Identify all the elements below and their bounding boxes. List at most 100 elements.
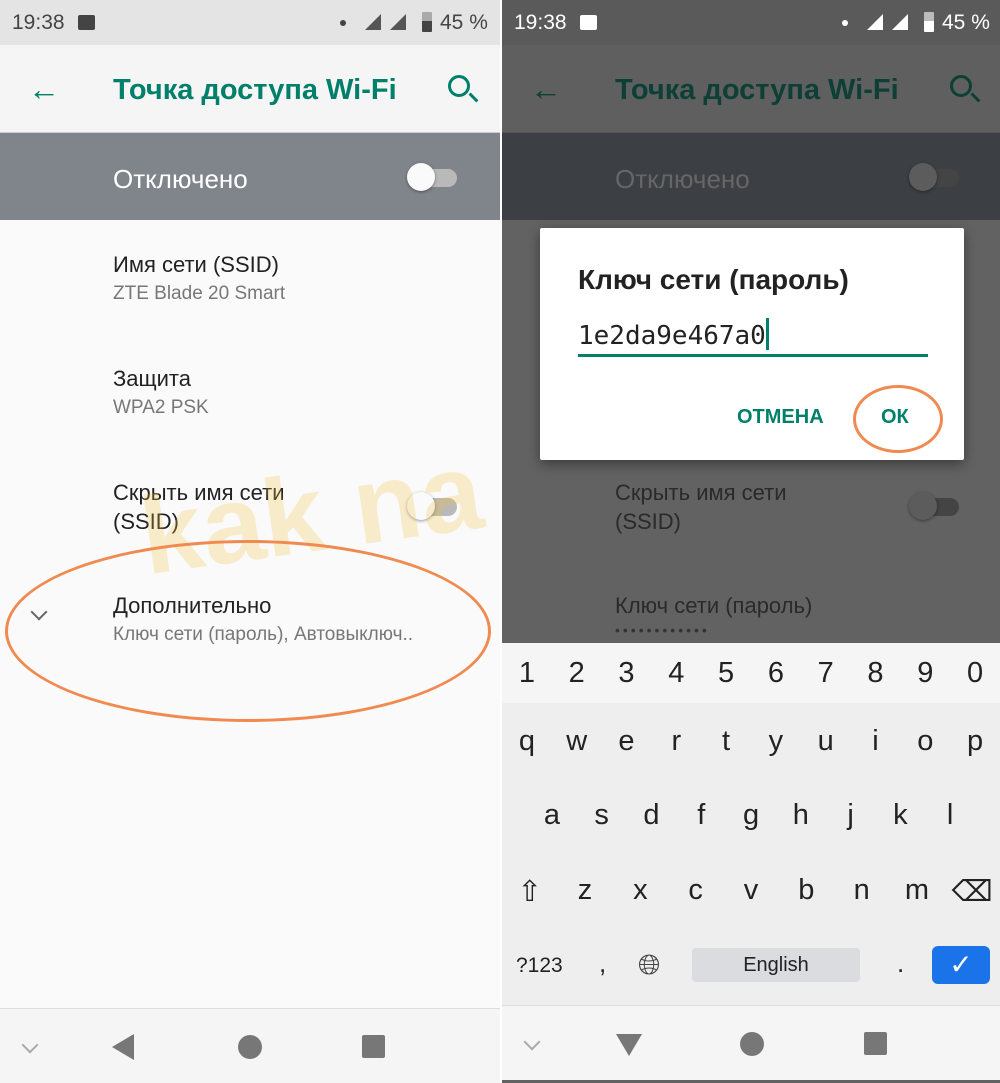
hide-keyboard-icon[interactable] (616, 1034, 642, 1056)
cancel-button[interactable]: ОТМЕНА (737, 406, 824, 429)
battery-icon (924, 12, 934, 32)
home-icon[interactable] (740, 1032, 764, 1056)
key[interactable]: s (577, 799, 627, 832)
chevron-down-icon[interactable] (21, 1036, 39, 1054)
navigation-bar (0, 1008, 500, 1083)
settings-screen: 19:38 45 % ← Точка доступа Wi-Fi Отключе… (0, 0, 500, 1083)
app-bar: ← Точка доступа Wi-Fi (0, 45, 500, 133)
key[interactable]: z (557, 874, 612, 909)
battery-icon (422, 12, 432, 32)
battery-percent: 45 % (440, 11, 488, 34)
key[interactable]: j (826, 799, 876, 832)
key[interactable]: b (779, 874, 834, 909)
shift-icon[interactable]: ⇧ (502, 874, 557, 909)
signal-icon (867, 14, 883, 30)
password-dialog-screen: 19:38 45 % ← Точка доступа Wi-Fi Отключе… (502, 0, 1000, 1083)
key[interactable]: w (552, 725, 602, 758)
key[interactable]: y (751, 725, 801, 758)
setting-password: Ключ сети (пароль) •••••••••••• (615, 591, 812, 640)
key[interactable]: k (875, 799, 925, 832)
key[interactable]: n (834, 874, 889, 909)
key[interactable]: 5 (701, 657, 751, 703)
arrow-left-icon: ← (530, 71, 562, 107)
page-title: Точка доступа Wi-Fi (113, 74, 397, 106)
notification-dot-icon (842, 20, 848, 26)
globe-icon[interactable]: 🌐︎ (638, 949, 660, 982)
period-key[interactable]: . (897, 948, 904, 979)
back-icon[interactable] (112, 1034, 134, 1060)
hotspot-toggle-row[interactable]: Отключено (0, 133, 500, 220)
hide-ssid-title-1: Скрыть имя сети (113, 480, 285, 505)
recents-icon[interactable] (362, 1035, 385, 1058)
setting-hide-ssid: Скрыть имя сети (SSID) (615, 478, 787, 536)
security-value: WPA2 PSK (113, 397, 209, 418)
key[interactable]: d (627, 799, 677, 832)
key[interactable]: a (527, 799, 577, 832)
key[interactable]: g (726, 799, 776, 832)
key[interactable]: x (613, 874, 668, 909)
key[interactable]: 9 (900, 657, 950, 703)
key[interactable]: f (676, 799, 726, 832)
key[interactable]: e (602, 725, 652, 758)
key[interactable]: q (502, 725, 552, 758)
password-title: Ключ сети (пароль) (615, 593, 813, 618)
symbols-key[interactable]: ?123 (516, 954, 563, 978)
key[interactable]: c (668, 874, 723, 909)
password-input[interactable]: 1e2da9e467a0 (578, 316, 928, 357)
hide-ssid-title-2: (SSID) (615, 509, 681, 534)
password-masked: •••••••••••• (615, 622, 710, 638)
key[interactable]: v (723, 874, 778, 909)
key[interactable]: 3 (602, 657, 652, 703)
navigation-bar (502, 1005, 1000, 1080)
check-icon[interactable]: ✓ (932, 946, 990, 984)
text-cursor (765, 318, 769, 350)
hotspot-switch[interactable] (407, 163, 457, 191)
arrow-left-icon[interactable]: ← (28, 71, 60, 108)
comma-key[interactable]: , (599, 948, 606, 979)
key[interactable]: p (950, 725, 1000, 758)
key[interactable]: t (701, 725, 751, 758)
key[interactable]: h (776, 799, 826, 832)
space-key[interactable]: English (692, 948, 860, 982)
setting-security[interactable]: Защита WPA2 PSK (113, 364, 209, 423)
key-row-3: ⇧ zxcvbnm ⌫ (502, 874, 1000, 909)
key[interactable]: i (851, 725, 901, 758)
image-notification-icon (78, 15, 95, 30)
key[interactable]: o (900, 725, 950, 758)
hide-ssid-switch[interactable] (407, 492, 457, 520)
recents-icon[interactable] (864, 1032, 887, 1055)
backspace-icon[interactable]: ⌫ (945, 874, 1000, 909)
setting-hide-ssid[interactable]: Скрыть имя сети (SSID) (113, 478, 285, 536)
key[interactable]: 7 (801, 657, 851, 703)
key[interactable]: 4 (651, 657, 701, 703)
key[interactable]: 2 (552, 657, 602, 703)
signal-icon (892, 14, 908, 30)
keyboard: 1234567890 qwertyuiop asdfghjkl ⇧ zxcvbn… (502, 643, 1000, 1005)
hotspot-switch (909, 163, 959, 191)
key[interactable]: 8 (851, 657, 901, 703)
notification-dot-icon (340, 20, 346, 26)
password-value: 1e2da9e467a0 (578, 321, 766, 351)
key[interactable]: l (925, 799, 975, 832)
home-icon[interactable] (238, 1035, 262, 1059)
hotspot-status-label: Отключено (615, 164, 750, 194)
status-time: 19:38 (12, 11, 65, 34)
status-bar: 19:38 45 % (0, 0, 500, 45)
battery-percent: 45 % (942, 11, 990, 34)
chevron-down-icon[interactable] (523, 1033, 541, 1051)
hide-ssid-title-1: Скрыть имя сети (615, 480, 787, 505)
security-title: Защита (113, 366, 191, 391)
page-title: Точка доступа Wi-Fi (615, 74, 899, 106)
highlight-ellipse (853, 385, 943, 453)
status-bar: 19:38 45 % (502, 0, 1000, 45)
key[interactable]: 1 (502, 657, 552, 703)
key[interactable]: 6 (751, 657, 801, 703)
key[interactable]: m (889, 874, 944, 909)
search-icon[interactable] (448, 75, 470, 97)
key[interactable]: 0 (950, 657, 1000, 703)
key-row-1: qwertyuiop (502, 725, 1000, 758)
key[interactable]: r (651, 725, 701, 758)
key[interactable]: u (801, 725, 851, 758)
setting-ssid[interactable]: Имя сети (SSID) ZTE Blade 20 Smart (113, 250, 285, 309)
password-dialog: Ключ сети (пароль) 1e2da9e467a0 ОТМЕНА О… (540, 228, 964, 460)
